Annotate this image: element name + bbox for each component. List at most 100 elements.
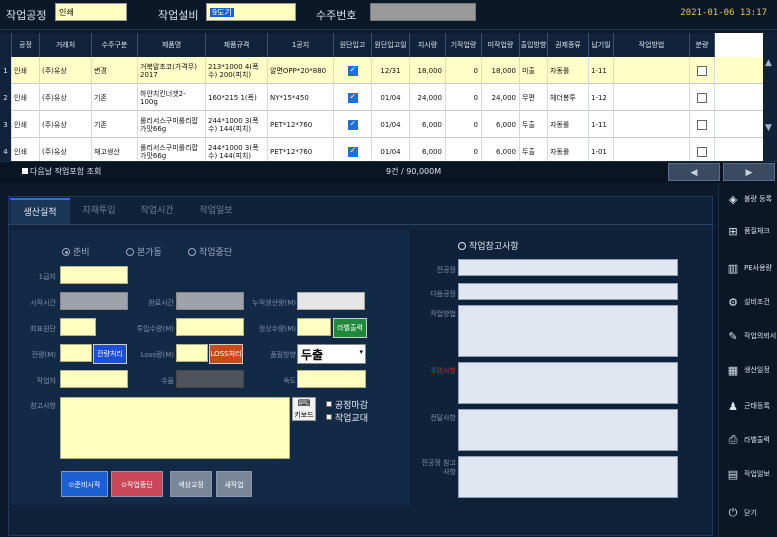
grid-header-cell[interactable]: 1공지 bbox=[268, 33, 334, 57]
scroll-down-icon[interactable]: ▼ bbox=[765, 123, 772, 133]
remain-field[interactable] bbox=[60, 344, 92, 362]
quality-icon: ⊞ bbox=[728, 224, 738, 238]
grid-header-cell[interactable]: 지시량 bbox=[410, 33, 446, 57]
remain-process-button[interactable]: 잔량처리 bbox=[93, 344, 127, 364]
tab-production[interactable]: 생산실적 bbox=[10, 198, 70, 224]
next-process-field bbox=[458, 283, 678, 300]
radio-stop[interactable]: 작업중단 bbox=[188, 245, 232, 258]
speed-field[interactable] bbox=[297, 370, 366, 388]
grid-header-cell[interactable]: 제품명 bbox=[138, 33, 206, 57]
next-day-checkbox[interactable] bbox=[22, 168, 28, 174]
grid-cell: 1-12 bbox=[589, 84, 614, 111]
grid-header-cell[interactable]: 분량 bbox=[690, 33, 715, 57]
checkbox-cell bbox=[334, 111, 372, 138]
grid-header-cell[interactable]: 출입방향 bbox=[520, 33, 548, 57]
row-number: 1 bbox=[0, 57, 12, 84]
grid-header-cell[interactable]: 미작업량 bbox=[482, 33, 520, 57]
sidebar-item-defect[interactable]: ◈ 불량 등록 bbox=[720, 183, 777, 215]
total-qty-field[interactable] bbox=[297, 292, 365, 310]
material-in-checkbox[interactable] bbox=[347, 65, 358, 76]
stop-work-button[interactable]: ⊙작업중단 bbox=[111, 471, 163, 497]
process-input[interactable]: 인쇄 bbox=[55, 3, 127, 21]
paper-field[interactable] bbox=[60, 266, 128, 284]
grid-header-cell[interactable]: 납기일 bbox=[589, 33, 614, 57]
grid-header-cell[interactable]: 작업방법 bbox=[614, 33, 690, 57]
direction-select[interactable]: 두출 ▾ bbox=[297, 344, 366, 364]
sidebar-item-edit[interactable]: ✎ 작업의뢰서 bbox=[720, 320, 777, 352]
color-calibrate-button[interactable]: 색상교정 bbox=[170, 471, 212, 497]
end-time-field[interactable] bbox=[176, 292, 244, 310]
tab-material[interactable]: 자재투입 bbox=[70, 198, 128, 224]
sidebar-item-calendar[interactable]: ▦ 생산일정 bbox=[720, 354, 777, 386]
sidebar-item-power[interactable]: ⏻ 닫기 bbox=[720, 497, 777, 529]
sidebar-item-people[interactable]: ♟ 근태등록 bbox=[720, 390, 777, 422]
sidebar-item-report[interactable]: ▤ 작업일보 bbox=[720, 458, 777, 490]
material-in-checkbox[interactable] bbox=[347, 92, 358, 103]
grid-cell: 무편 bbox=[520, 84, 548, 111]
prev-process-label: 전공정 bbox=[436, 266, 456, 274]
table-row[interactable]: 1 인쇄 (주)유상 변경 거북알초코(가격무) 2017 213*1000 4(폭수) … bbox=[0, 57, 763, 84]
prev-page-button[interactable]: ◀ bbox=[668, 163, 720, 181]
grid-cell: 변경 bbox=[92, 57, 138, 84]
grid-cell: 알면OPP*20*880 bbox=[268, 57, 334, 84]
grid-cell: 자동롤 bbox=[548, 57, 589, 84]
tab-daily-report[interactable]: 작업일보 bbox=[186, 198, 246, 224]
note-textarea[interactable] bbox=[60, 397, 290, 459]
yield-field[interactable] bbox=[176, 370, 244, 388]
next-page-button[interactable]: ▶ bbox=[723, 163, 775, 181]
material-in-checkbox[interactable] bbox=[347, 146, 358, 157]
sidebar-item-print[interactable]: ⎙ 라벨출력 bbox=[720, 424, 777, 456]
material-in-checkbox[interactable] bbox=[347, 119, 358, 130]
loss-process-button[interactable]: LOSS처리 bbox=[209, 344, 243, 364]
defect-icon: ◈ bbox=[728, 192, 738, 206]
grid-header-cell[interactable]: 수주구분 bbox=[92, 33, 138, 57]
grid-header-cell[interactable]: 거래처 bbox=[40, 33, 92, 57]
grid-cell: 0 bbox=[446, 57, 482, 84]
sidebar-item-label: 작업일보 bbox=[744, 470, 770, 478]
bundle-checkbox[interactable] bbox=[697, 119, 707, 130]
grid-header-cell[interactable]: 원단입고일 bbox=[372, 33, 410, 57]
bundle-checkbox[interactable] bbox=[697, 92, 707, 103]
method-field bbox=[458, 305, 678, 357]
table-row[interactable]: 2 인쇄 (주)유상 기존 하얀치킨너겟2-100g 160*215 1(폭) NY*15*… bbox=[0, 84, 763, 111]
grid-header: 공정 거래처 수주구분 제품명 제품규격 1공지 원단입고 원단입고일 지시량 기작업량 미작업량 출… bbox=[0, 33, 715, 57]
grid-header-cell[interactable]: 제품규격 bbox=[206, 33, 268, 57]
process-label: 작업공정 bbox=[6, 9, 47, 22]
radio-run[interactable]: 본가동 bbox=[126, 245, 162, 258]
bundle-checkbox[interactable] bbox=[697, 146, 707, 157]
grid-header-cell[interactable]: 권제종류 bbox=[548, 33, 589, 57]
grid-cell: 롤리서스구미롤리팝 가맛66g bbox=[138, 111, 206, 138]
grid-scrollbar[interactable]: ▲ ▼ bbox=[763, 33, 777, 161]
sidebar-item-quality[interactable]: ⊞ 품질체크 bbox=[720, 215, 777, 247]
normal-qty-label: 정상수량(M) bbox=[258, 325, 296, 333]
close-process-checkbox[interactable]: 공정마감 bbox=[326, 398, 368, 411]
shift-change-checkbox[interactable]: 작업교대 bbox=[326, 411, 368, 424]
bundle-checkbox[interactable] bbox=[697, 65, 707, 76]
roll-field[interactable] bbox=[60, 318, 96, 336]
grid-cell: 인쇄 bbox=[12, 84, 40, 111]
sidebar-item-label: 라벨출력 bbox=[744, 436, 770, 444]
sidebar-item-pe[interactable]: ▥ PE사용량 bbox=[720, 252, 777, 284]
input-qty-field[interactable] bbox=[176, 318, 244, 336]
worker-field[interactable] bbox=[60, 370, 128, 388]
equipment-input[interactable]: 9도기 bbox=[206, 3, 296, 21]
normal-qty-field[interactable] bbox=[297, 318, 331, 336]
loss-field[interactable] bbox=[176, 344, 208, 362]
grid-header-cell[interactable]: 공정 bbox=[12, 33, 40, 57]
grid-cell: 01/04 bbox=[372, 111, 410, 138]
label-print-button[interactable]: 라벨출력 bbox=[333, 318, 367, 338]
sidebar-item-gear[interactable]: ⚙ 설비조건 bbox=[720, 286, 777, 318]
order-input[interactable] bbox=[370, 3, 476, 21]
radio-ready[interactable]: 준비 bbox=[62, 245, 90, 258]
paper-label: 1급지 bbox=[38, 273, 56, 281]
new-work-button[interactable]: 새작업 bbox=[216, 471, 252, 497]
tab-worktime[interactable]: 작업시간 bbox=[128, 198, 186, 224]
scroll-up-icon[interactable]: ▲ bbox=[765, 58, 772, 68]
start-ready-button[interactable]: ⊙준비시작 bbox=[61, 471, 108, 497]
start-time-field[interactable] bbox=[60, 292, 128, 310]
grid-header-cell[interactable]: 기작업량 bbox=[446, 33, 482, 57]
grid-cell: 244*1000 3(폭수) 144(피치) bbox=[206, 111, 268, 138]
keyboard-button[interactable]: ⌨ 키보드 bbox=[292, 397, 316, 421]
grid-header-cell[interactable]: 원단입고 bbox=[334, 33, 372, 57]
table-row[interactable]: 3 인쇄 (주)유상 기존 롤리서스구미롤리팝 가맛66g 244*1000 3(폭수) … bbox=[0, 111, 763, 138]
